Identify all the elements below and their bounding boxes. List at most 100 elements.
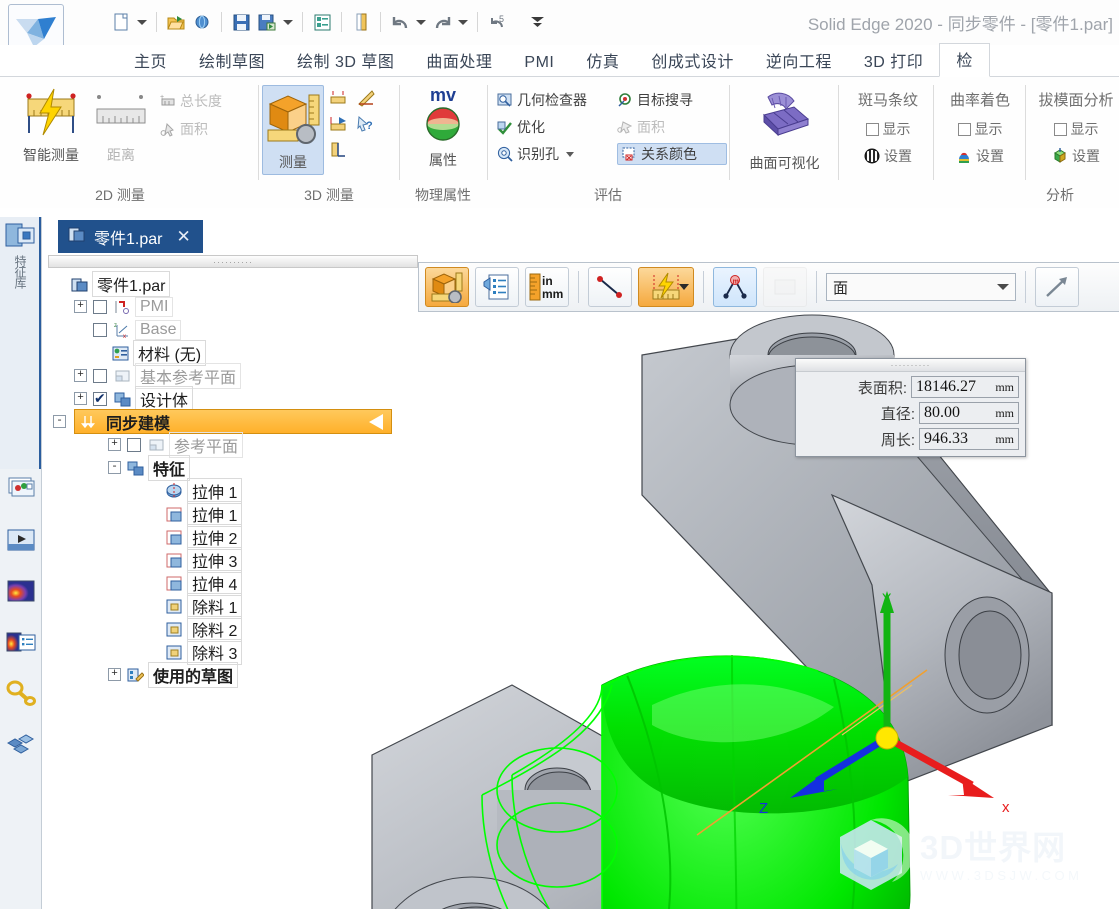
tree-item-pmi[interactable]: + PMI	[48, 295, 420, 318]
tree-item-extrude-3[interactable]: 拉伸 3	[48, 546, 420, 573]
measure-arrow-button[interactable]	[1035, 267, 1079, 307]
measure-extra-button[interactable]	[763, 267, 807, 307]
perimeter-value-field[interactable]: 946.33 mm	[919, 428, 1019, 450]
measure-area-button[interactable]: m	[713, 267, 757, 307]
tree-item-ref-planes[interactable]: + 参考平面	[48, 431, 420, 458]
close-icon[interactable]: ✕	[176, 228, 190, 245]
physical-properties-button[interactable]: mv 属性	[400, 86, 486, 170]
area-2d-item[interactable]: 面积	[160, 118, 222, 140]
rail-item-layers[interactable]	[4, 472, 38, 506]
curvature-show-checkbox[interactable]: 显示	[936, 118, 1024, 140]
rail-item-render[interactable]	[4, 574, 38, 608]
zebra-show-checkbox[interactable]: 显示	[844, 118, 932, 140]
visibility-checkbox[interactable]	[93, 299, 107, 314]
units-button[interactable]: in mm	[525, 267, 569, 307]
redo-arrow-icon[interactable]	[429, 7, 455, 37]
tree-item-base-ref-planes[interactable]: + 基本参考平面	[48, 362, 420, 389]
document-tab[interactable]: 零件1.par ✕	[58, 220, 203, 253]
measure-smart-chevron-down-icon[interactable]	[679, 284, 689, 290]
collapse-arrow-icon[interactable]	[369, 414, 383, 430]
expander-icon[interactable]: -	[53, 415, 66, 428]
tab-3d-sketch[interactable]: 绘制 3D 草图	[281, 45, 410, 77]
save-floppy-icon[interactable]	[228, 7, 254, 37]
relation-color-item[interactable]: 关系颜色	[617, 143, 727, 165]
expander-icon[interactable]: +	[74, 300, 87, 313]
draft-show-checkbox[interactable]: 显示	[1028, 118, 1119, 140]
expander-icon[interactable]: +	[108, 438, 121, 451]
recognize-hole-chevron-down-icon[interactable]	[566, 151, 574, 157]
tree-item-cutout-1[interactable]: 除料 1	[48, 592, 420, 619]
total-length-item[interactable]: + 总长度	[160, 90, 222, 112]
expander-icon[interactable]: +	[74, 392, 87, 405]
measure-3d-button[interactable]	[425, 267, 469, 307]
rail-item-inspector[interactable]	[4, 676, 38, 710]
select-filter-combo[interactable]: 面	[826, 273, 1016, 301]
measure-distance-icon[interactable]	[329, 89, 346, 105]
zebra-settings-button[interactable]: 设置	[844, 145, 932, 167]
smart-measure-button[interactable]: 智能测量	[5, 87, 97, 165]
rail-tab-feature-library[interactable]: 特征库	[0, 217, 41, 469]
tree-item-design-body[interactable]: + 设计体	[48, 385, 420, 412]
globe-icon[interactable]	[189, 7, 215, 37]
measure-3d-button[interactable]: 测量	[262, 85, 324, 175]
recognize-hole-item[interactable]: 识别孔	[497, 143, 617, 165]
surface-visualization-button[interactable]: 曲面可视化	[737, 89, 832, 173]
area-item[interactable]: 面积	[617, 116, 727, 138]
visibility-checkbox[interactable]	[93, 390, 107, 407]
measure-query-icon[interactable]: ?	[357, 115, 373, 132]
open-folder-icon[interactable]	[163, 7, 189, 37]
rail-item-assembly[interactable]	[4, 727, 38, 761]
redo-dropdown-chevron-down-icon[interactable]	[455, 7, 471, 37]
measure-normal-icon[interactable]	[329, 115, 346, 131]
measure-distance-button[interactable]	[588, 267, 632, 307]
properties-list-icon[interactable]	[309, 7, 335, 37]
measure-angle-icon[interactable]	[357, 89, 375, 107]
tree-item-extrude-2[interactable]: 拉伸 2	[48, 523, 420, 550]
measure-options-button[interactable]	[475, 267, 519, 307]
tab-generative-design[interactable]: 创成式设计	[635, 45, 750, 77]
tree-item-used-sketches[interactable]: + 使用的草图	[48, 661, 420, 688]
expander-icon[interactable]: +	[108, 668, 121, 681]
geometry-inspector-item[interactable]: 几何检查器	[497, 89, 617, 111]
new-document-icon[interactable]	[108, 7, 134, 37]
undo-dropdown-chevron-down-icon[interactable]	[413, 7, 429, 37]
undo-arrow-icon[interactable]	[387, 7, 413, 37]
visibility-checkbox[interactable]	[127, 437, 141, 452]
rail-item-animation[interactable]	[4, 523, 38, 557]
optimize-item[interactable]: 优化	[497, 116, 617, 138]
repeat-arrow-icon[interactable]: 5	[484, 7, 510, 37]
expander-icon[interactable]: -	[108, 461, 121, 474]
tab-inspect[interactable]: 检	[939, 43, 990, 77]
tree-item-extrude-4[interactable]: 拉伸 4	[48, 569, 420, 596]
exit-door-icon[interactable]	[348, 7, 374, 37]
rail-item-sensors[interactable]	[4, 625, 38, 659]
curvature-settings-button[interactable]: 设置	[936, 145, 1024, 167]
tab-sketch[interactable]: 绘制草图	[183, 45, 281, 77]
feature-tree[interactable]: 零件1.par + PMI xz Base 材料 (无) + 基本参考平面 + …	[48, 270, 420, 692]
tab-home[interactable]: 主页	[118, 45, 183, 77]
save-as-icon[interactable]	[254, 7, 280, 37]
tree-item-cutout-2[interactable]: 除料 2	[48, 615, 420, 642]
tab-3d-printing[interactable]: 3D 打印	[848, 45, 939, 77]
measure-result-panel[interactable]: ·········· 表面积: 18146.27 mm 直径: 80.00 mm…	[795, 358, 1026, 457]
tree-item-features[interactable]: - 特征	[48, 454, 420, 481]
visibility-checkbox[interactable]	[93, 368, 107, 383]
tab-pmi[interactable]: PMI	[508, 51, 570, 77]
expander-icon[interactable]: +	[74, 369, 87, 382]
tree-item-sync-modeling[interactable]: 同步建模	[74, 409, 392, 434]
goal-seek-item[interactable]: 目标搜寻	[617, 89, 727, 111]
tree-root[interactable]: 零件1.par	[48, 270, 420, 297]
save-dropdown-chevron-down-icon[interactable]	[280, 7, 296, 37]
tab-surfacing[interactable]: 曲面处理	[410, 45, 508, 77]
customize-qat-double-chevron-down-icon[interactable]	[524, 7, 550, 37]
diameter-value-field[interactable]: 80.00 mm	[919, 402, 1019, 424]
draft-settings-button[interactable]: 设置	[1028, 145, 1119, 167]
tree-item-material[interactable]: 材料 (无)	[48, 339, 420, 366]
measure-length-icon[interactable]	[329, 142, 347, 162]
new-dropdown-chevron-down-icon[interactable]	[134, 7, 150, 37]
tree-item-extrude-1b[interactable]: 拉伸 1	[48, 500, 420, 527]
distance-button[interactable]: 距离	[86, 87, 156, 165]
tree-item-sync-modeling-row[interactable]: - 同步建模	[48, 409, 420, 434]
surface-area-value-field[interactable]: 18146.27 mm	[911, 376, 1019, 398]
tree-item-base[interactable]: xz Base	[48, 318, 420, 341]
